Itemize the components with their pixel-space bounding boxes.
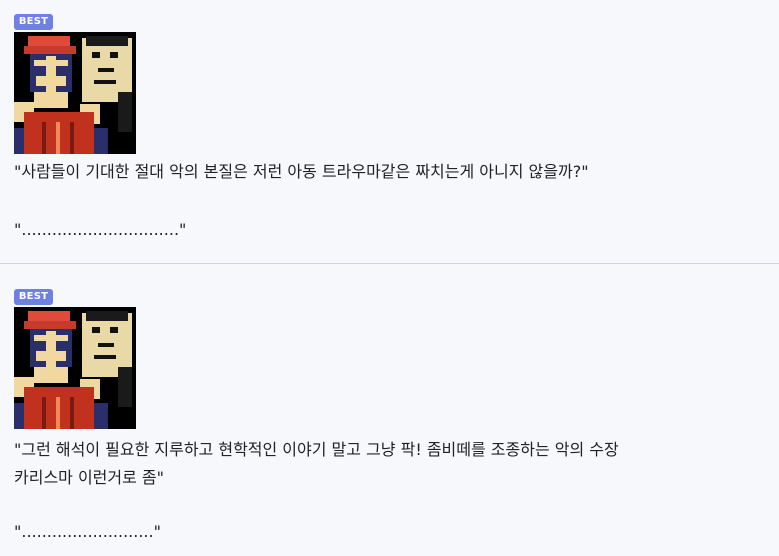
pixel-art-illustration <box>14 32 136 154</box>
comment-item-1: BEST "사람들이 기대한 절대 악의 본질은 저런 아동 트라우마같은 짜치… <box>0 0 779 263</box>
comment-text-line: 카리스마 이런거로 좀" <box>14 468 165 487</box>
comment-image[interactable] <box>14 307 136 429</box>
pixel-art-illustration <box>14 307 136 429</box>
best-badge: BEST <box>14 289 53 305</box>
comment-text-line: "그런 해석이 필요한 지루하고 현학적인 이야기 말고 그냥 팍! 좀비떼를 … <box>14 440 619 459</box>
best-badge: BEST <box>14 14 53 30</box>
comment-image[interactable] <box>14 32 136 154</box>
comment-item-2: BEST "그런 해석이 필요한 지루하고 현학적인 이야기 말고 그냥 팍! … <box>0 264 779 556</box>
comment-reply-text: "..............................." <box>14 220 187 239</box>
comment-reply-text: ".........................." <box>14 522 161 541</box>
comment-text-line: "사람들이 기대한 절대 악의 본질은 저런 아동 트라우마같은 짜치는게 아니… <box>14 162 589 181</box>
